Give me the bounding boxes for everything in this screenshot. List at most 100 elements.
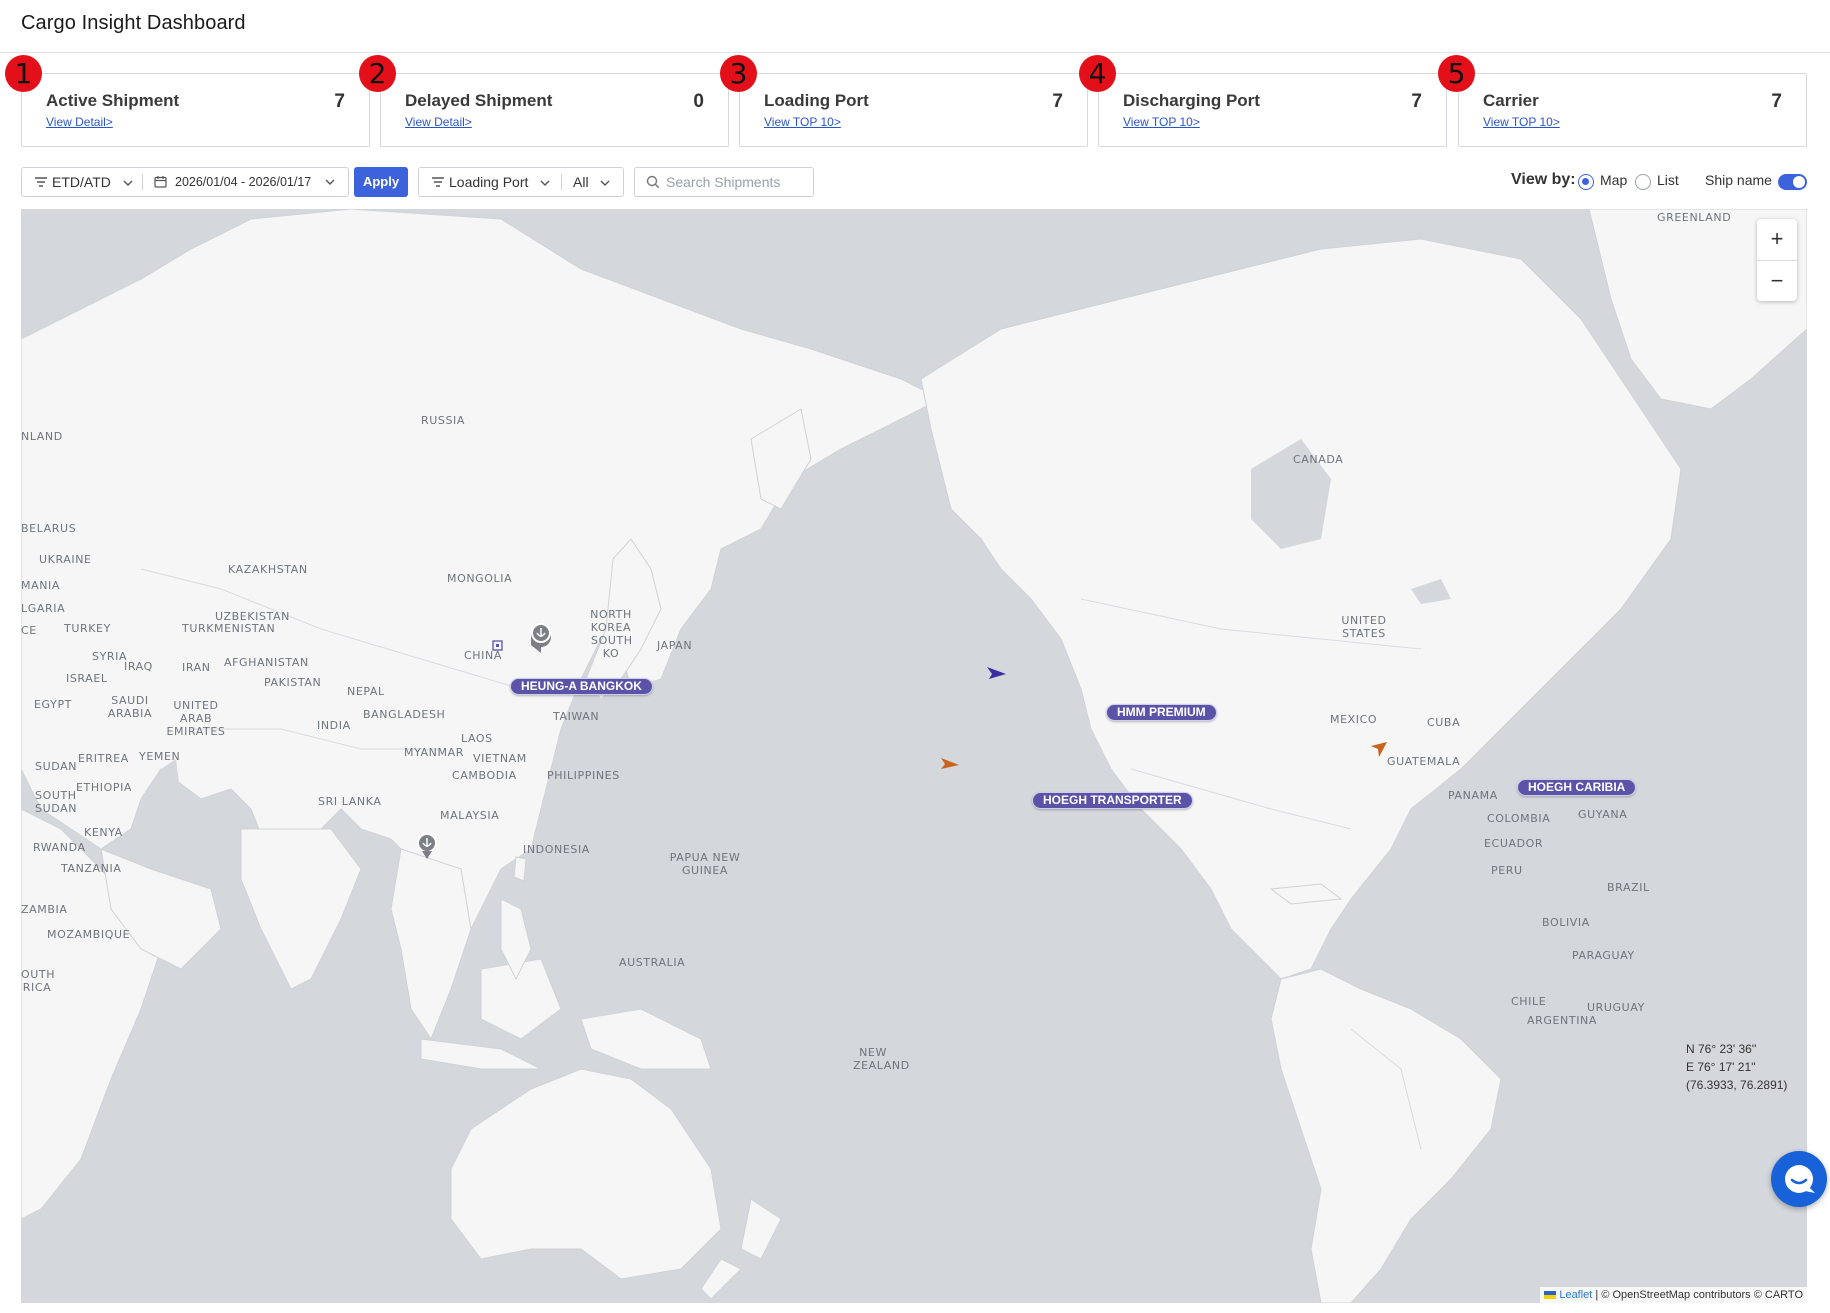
place-label: AUSTRALIA <box>619 956 686 969</box>
place-label: PAPUA NEW GUINEA <box>669 851 741 877</box>
kpi-card-loading-port: Loading Port 7 View TOP 10> <box>739 73 1088 147</box>
port-filter-group: Loading Port All <box>418 167 624 197</box>
place-label: TAIWAN <box>553 710 600 723</box>
place-label: SOUTH KO <box>591 634 633 660</box>
place-label: MONGOLIA <box>447 572 513 585</box>
chevron-down-icon <box>600 180 610 186</box>
date-type-value: ETD/ATD <box>52 174 111 190</box>
view-list-radio[interactable] <box>1635 174 1651 190</box>
kpi-value: 7 <box>334 91 345 112</box>
chat-button[interactable] <box>1771 1151 1827 1207</box>
ship-name-label[interactable]: HOEGH TRANSPORTER <box>1032 792 1193 809</box>
place-label: MANIA <box>21 579 61 592</box>
apply-button[interactable]: Apply <box>354 167 408 197</box>
port-type-value: Loading Port <box>449 174 529 190</box>
view-list-label[interactable]: List <box>1657 172 1679 188</box>
kpi-number-badge: 1 <box>5 55 42 92</box>
view-top10-link[interactable]: View TOP 10> <box>764 115 841 129</box>
place-label: ISRAEL <box>66 672 108 685</box>
attribution-text: | © OpenStreetMap contributors © CARTO <box>1595 1289 1803 1301</box>
place-label: RUSSIA <box>421 414 466 427</box>
kpi-card-delayed-shipment: Delayed Shipment 0 View Detail> <box>380 73 729 147</box>
place-label: TANZANIA <box>61 862 122 875</box>
date-range-picker[interactable]: 2026/01/04 - 2026/01/17 <box>154 168 335 196</box>
ship-name-label[interactable]: HOEGH CARIBIA <box>1517 779 1637 796</box>
place-label: BELARUS <box>21 522 77 535</box>
place-label: GUATEMALA <box>1387 755 1461 768</box>
ship-name-label[interactable]: HMM PREMIUM <box>1106 704 1217 721</box>
ship-icon-hoegh-transporter[interactable] <box>941 758 959 769</box>
ship-icon-hmm-premium[interactable] <box>987 667 1006 679</box>
view-top10-link[interactable]: View TOP 10> <box>1483 115 1560 129</box>
place-label: VIETNAM <box>473 752 527 765</box>
place-label: INDIA <box>317 719 351 732</box>
place-label: OUTH RICA <box>21 968 56 994</box>
kpi-number-badge: 4 <box>1079 55 1116 92</box>
place-label: INDONESIA <box>523 843 590 856</box>
kpi-card-carrier: Carrier 7 View TOP 10> <box>1458 73 1807 147</box>
place-label: ECUADOR <box>1484 837 1544 850</box>
place-label: URUGUAY <box>1587 1001 1645 1014</box>
view-map-radio[interactable] <box>1578 174 1594 190</box>
place-label: EGYPT <box>34 698 72 711</box>
place-label: PANAMA <box>1448 789 1498 802</box>
shipment-map[interactable]: GREENLAND RUSSIA NLAND CANADA BELARUS UK… <box>21 209 1807 1303</box>
place-label: NORTH KOREA <box>590 608 632 634</box>
leaflet-link[interactable]: Leaflet <box>1559 1289 1592 1301</box>
place-label: SOUTH SUDAN <box>35 789 78 815</box>
search-placeholder: Search Shipments <box>666 174 781 190</box>
date-range-value: 2026/01/04 - 2026/01/17 <box>175 175 312 189</box>
place-label: BANGLADESH <box>363 708 446 721</box>
place-label: GUYANA <box>1578 808 1628 821</box>
coordinates-readout: N 76° 23' 36'' E 76° 17' 21'' (76.3933, … <box>1686 1040 1787 1094</box>
place-label: PHILIPPINES <box>547 769 620 782</box>
date-type-dropdown[interactable]: ETD/ATD <box>34 168 133 196</box>
ship-name-label[interactable]: HEUNG-A BANGKOK <box>510 678 653 695</box>
view-map-label[interactable]: Map <box>1600 172 1627 188</box>
view-detail-link[interactable]: View Detail> <box>46 115 113 129</box>
place-label: CHILE <box>1511 995 1547 1008</box>
place-label: IRAN <box>182 661 211 674</box>
view-detail-link[interactable]: View Detail> <box>405 115 472 129</box>
ship-name-label: Ship name <box>1705 172 1772 188</box>
place-label: PERU <box>1491 864 1523 877</box>
place-label: UNITED ARAB EMIRATES <box>166 699 226 738</box>
place-label: NEPAL <box>347 685 385 698</box>
app-header: Cargo Insight Dashboard <box>0 0 1830 53</box>
chevron-down-icon <box>123 180 133 186</box>
place-label: CE <box>21 624 37 637</box>
divider <box>561 174 562 190</box>
place-label: CHINA <box>464 649 502 662</box>
map-attribution: Leaflet | © OpenStreetMap contributors ©… <box>1540 1287 1807 1303</box>
place-label: UKRAINE <box>39 553 92 566</box>
place-label: CANADA <box>1293 453 1344 466</box>
filter-icon <box>35 177 47 187</box>
calendar-icon <box>154 176 167 188</box>
place-label: YEMEN <box>139 750 181 763</box>
kpi-number-badge: 2 <box>359 55 396 92</box>
kpi-number-badge: 3 <box>720 55 757 92</box>
place-label: ARGENTINA <box>1527 1014 1597 1027</box>
zoom-in-button[interactable]: + <box>1757 219 1797 259</box>
kpi-value: 7 <box>1052 91 1063 112</box>
place-label: MEXICO <box>1330 713 1378 726</box>
place-label: PAKISTAN <box>264 676 322 689</box>
ship-name-toggle[interactable] <box>1778 174 1807 190</box>
place-label: CUBA <box>1427 716 1461 729</box>
port-type-dropdown[interactable]: Loading Port <box>431 168 550 196</box>
place-label: BRAZIL <box>1607 881 1650 894</box>
place-label: MALAYSIA <box>440 809 500 822</box>
place-label: SYRIA <box>92 650 128 663</box>
place-label: BOLIVIA <box>1542 916 1590 929</box>
zoom-out-button[interactable]: − <box>1757 261 1797 301</box>
place-label: LGARIA <box>21 602 66 615</box>
place-label: GREENLAND <box>1657 211 1732 224</box>
place-label: ETHIOPIA <box>76 781 133 794</box>
place-label: KENYA <box>84 826 123 839</box>
place-label: MOZAMBIQUE <box>47 928 131 941</box>
search-shipments-input[interactable]: Search Shipments <box>634 167 814 197</box>
place-label: COLOMBIA <box>1487 812 1551 825</box>
port-value-dropdown[interactable]: All <box>573 168 610 196</box>
place-label: IRAQ <box>124 660 153 673</box>
view-top10-link[interactable]: View TOP 10> <box>1123 115 1200 129</box>
